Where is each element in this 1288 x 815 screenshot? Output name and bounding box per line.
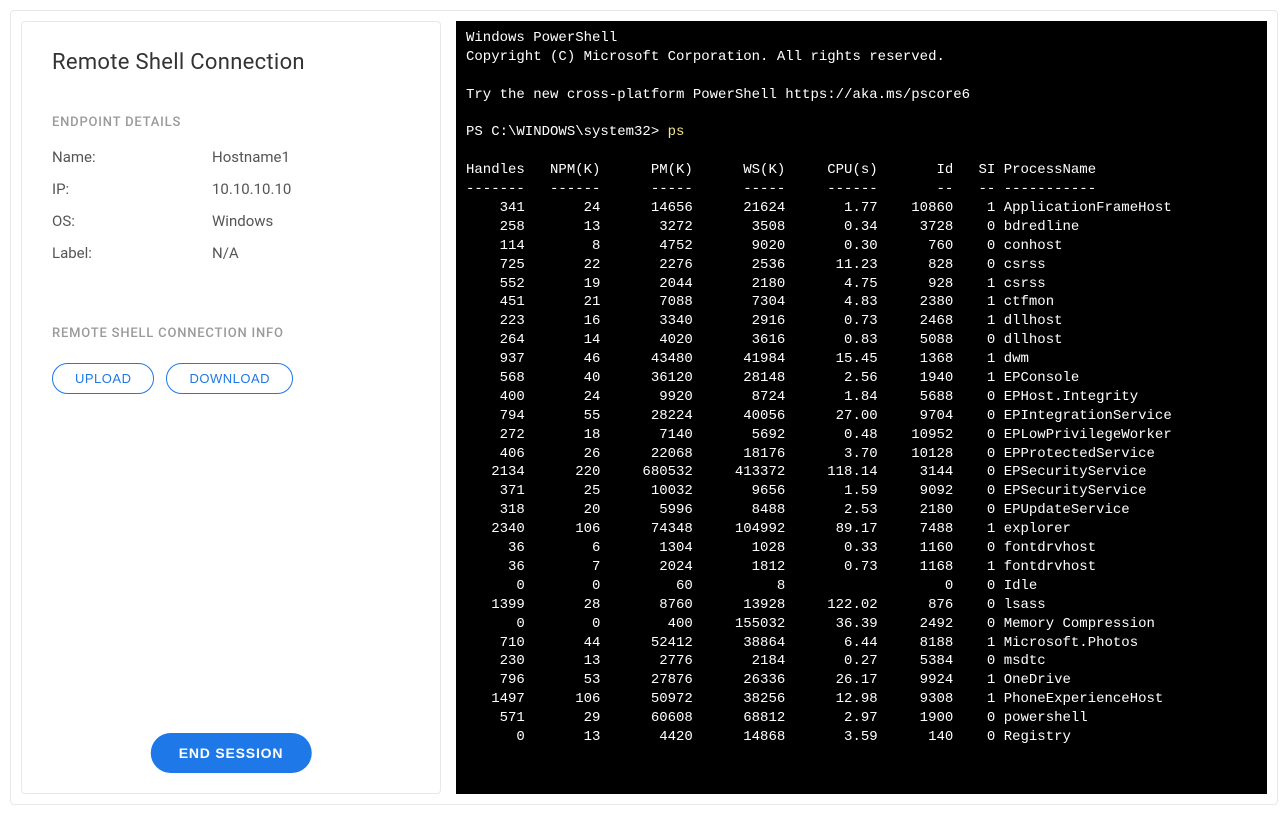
detail-key: Label: bbox=[52, 244, 212, 262]
detail-row-os: OS: Windows bbox=[52, 212, 410, 230]
detail-key: Name: bbox=[52, 148, 212, 166]
panel-title: Remote Shell Connection bbox=[52, 50, 410, 75]
main-container: Remote Shell Connection ENDPOINT DETAILS… bbox=[10, 10, 1278, 805]
terminal-command: ps bbox=[668, 124, 685, 140]
detail-row-name: Name: Hostname1 bbox=[52, 148, 410, 166]
detail-value: Hostname1 bbox=[212, 148, 290, 166]
detail-row-label: Label: N/A bbox=[52, 244, 410, 262]
terminal-prompt: PS C:\WINDOWS\system32> bbox=[466, 124, 668, 140]
button-row: UPLOAD DOWNLOAD bbox=[52, 363, 410, 394]
detail-key: OS: bbox=[52, 212, 212, 230]
download-button[interactable]: DOWNLOAD bbox=[166, 363, 293, 394]
end-session-button[interactable]: END SESSION bbox=[151, 733, 312, 773]
terminal-banner-line: Try the new cross-platform PowerShell ht… bbox=[466, 87, 970, 103]
connection-info-label: REMOTE SHELL CONNECTION INFO bbox=[52, 326, 410, 341]
detail-row-ip: IP: 10.10.10.10 bbox=[52, 180, 410, 198]
detail-key: IP: bbox=[52, 180, 212, 198]
endpoint-details-label: ENDPOINT DETAILS bbox=[52, 115, 410, 130]
terminal-banner-line: Copyright (C) Microsoft Corporation. All… bbox=[466, 49, 945, 65]
process-output: Handles NPM(K) PM(K) WS(K) CPU(s) Id SI … bbox=[466, 162, 1172, 745]
terminal[interactable]: Windows PowerShell Copyright (C) Microso… bbox=[456, 21, 1267, 794]
detail-value: 10.10.10.10 bbox=[212, 180, 291, 198]
connection-panel: Remote Shell Connection ENDPOINT DETAILS… bbox=[21, 21, 441, 794]
detail-value: Windows bbox=[212, 212, 273, 230]
terminal-banner-line: Windows PowerShell bbox=[466, 30, 617, 46]
upload-button[interactable]: UPLOAD bbox=[52, 363, 154, 394]
detail-value: N/A bbox=[212, 244, 239, 262]
